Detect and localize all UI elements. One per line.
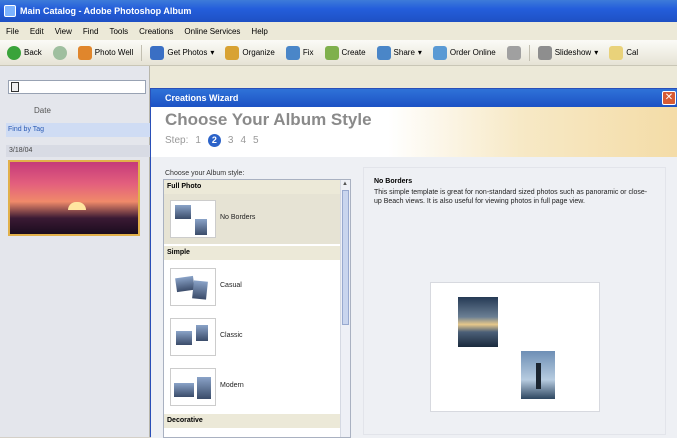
step-indicator: Step: 1 2 3 4 5 (165, 134, 259, 147)
fix-button[interactable]: Fix (283, 44, 317, 62)
menu-creations[interactable]: Creations (139, 27, 173, 36)
organize-button[interactable]: Organize (222, 44, 277, 62)
style-modern[interactable]: Modern (164, 362, 342, 412)
app-title: Main Catalog - Adobe Photoshop Album (20, 6, 192, 16)
step-3: 3 (227, 135, 234, 146)
scroll-up-icon[interactable]: ▲ (342, 181, 349, 188)
close-icon[interactable]: ✕ (662, 91, 676, 105)
app-icon (4, 5, 16, 17)
style-classic[interactable]: Classic (164, 312, 342, 362)
photo-well-button[interactable]: Photo Well (75, 44, 137, 62)
photo-well-pane: Date Find by Tag 3/18/04 (0, 66, 150, 437)
calendar-view-icon (609, 45, 624, 60)
list-scrollbar[interactable]: ▲ (340, 180, 350, 437)
sunset-photo-thumbnail[interactable] (8, 160, 140, 236)
style-preview-panel: No Borders This simple template is great… (363, 167, 666, 435)
main-toolbar: Back Photo Well Get Photos ▾ Organize Fix… (0, 40, 677, 66)
menu-bar: File Edit View Find Tools Creations Onli… (0, 22, 677, 40)
no-borders-thumbnail (170, 200, 216, 238)
wizard-title-bar: Creations Wizard ✕ (151, 89, 677, 107)
menu-find[interactable]: Find (83, 27, 99, 36)
thumbnail-date: 3/18/04 (9, 147, 33, 154)
casual-thumbnail (170, 268, 216, 306)
menu-online-services[interactable]: Online Services (184, 27, 240, 36)
menu-view[interactable]: View (55, 27, 72, 36)
share-button[interactable]: Share ▾ (374, 44, 425, 62)
preview-photo-landscape (458, 297, 498, 347)
back-button[interactable]: Back (4, 44, 45, 62)
date-label: Date (34, 106, 51, 115)
calendar-view-button[interactable]: Cal (606, 44, 641, 62)
menu-edit[interactable]: Edit (30, 27, 44, 36)
step-1: 1 (195, 135, 201, 146)
wizard-body: Choose your Album style: Full Photo No B… (151, 157, 677, 438)
choose-style-label: Choose your Album style: (165, 170, 245, 177)
sun-shape (68, 202, 86, 210)
back-arrow-icon (7, 45, 21, 60)
timeline-slider[interactable] (8, 80, 146, 94)
modern-thumbnail (170, 368, 216, 406)
organize-icon (225, 45, 240, 60)
menu-file[interactable]: File (6, 27, 19, 36)
wizard-heading: Choose Your Album Style (165, 110, 372, 129)
menu-help[interactable]: Help (251, 27, 267, 36)
style-label: No Borders (220, 214, 256, 221)
slideshow-icon (537, 45, 552, 60)
style-casual[interactable]: Casual (164, 262, 342, 312)
share-icon (376, 45, 391, 60)
classic-thumbnail (170, 318, 216, 356)
thumbnail-header: 3/18/04 (6, 145, 150, 157)
calendar-icon (506, 45, 521, 60)
scrollbar-thumb[interactable] (342, 190, 349, 325)
style-label: Casual (220, 282, 242, 289)
style-no-borders[interactable]: No Borders (164, 194, 342, 244)
fix-icon (285, 45, 300, 60)
style-label: Classic (220, 332, 243, 339)
camera-icon (150, 45, 165, 60)
step-5: 5 (253, 135, 259, 146)
album-style-list: Full Photo No Borders Simple Casual Clas… (163, 179, 351, 438)
forward-button[interactable] (50, 44, 70, 62)
style-label: Modern (220, 382, 244, 389)
preview-page (430, 282, 600, 412)
slider-thumb[interactable] (11, 82, 19, 92)
wizard-header: Choose Your Album Style Step: 1 2 3 4 5 (151, 107, 677, 157)
slideshow-button[interactable]: Slideshow ▾ (535, 44, 601, 62)
step-label: Step: (165, 135, 189, 146)
menu-tools[interactable]: Tools (109, 27, 128, 36)
preview-title: No Borders (374, 178, 413, 185)
step-2-current: 2 (207, 134, 221, 147)
toolbar-separator (528, 44, 530, 61)
photoshop-album-window: Main Catalog - Adobe Photoshop Album Fil… (0, 0, 677, 438)
forward-arrow-icon (52, 45, 67, 60)
category-full-photo: Full Photo (164, 180, 342, 194)
category-decorative: Decorative (164, 414, 342, 428)
get-photos-button[interactable]: Get Photos ▾ (147, 44, 217, 62)
step-4: 4 (240, 135, 247, 146)
app-title-bar: Main Catalog - Adobe Photoshop Album (0, 0, 677, 22)
preview-photo-lighthouse (521, 351, 555, 399)
find-by-tag-bar[interactable]: Find by Tag (6, 123, 150, 137)
order-online-button[interactable]: Order Online (430, 44, 499, 62)
toolbar-separator (141, 44, 143, 61)
calendar-button[interactable] (504, 44, 524, 62)
create-icon (324, 45, 339, 60)
order-icon (432, 45, 447, 60)
category-simple: Simple (164, 246, 342, 260)
wizard-title: Creations Wizard (165, 93, 239, 103)
preview-description: This simple template is great for non-st… (374, 189, 648, 205)
create-button[interactable]: Create (322, 44, 369, 62)
creations-wizard-dialog: Creations Wizard ✕ Choose Your Album Sty… (150, 88, 677, 438)
home-icon (77, 45, 92, 60)
